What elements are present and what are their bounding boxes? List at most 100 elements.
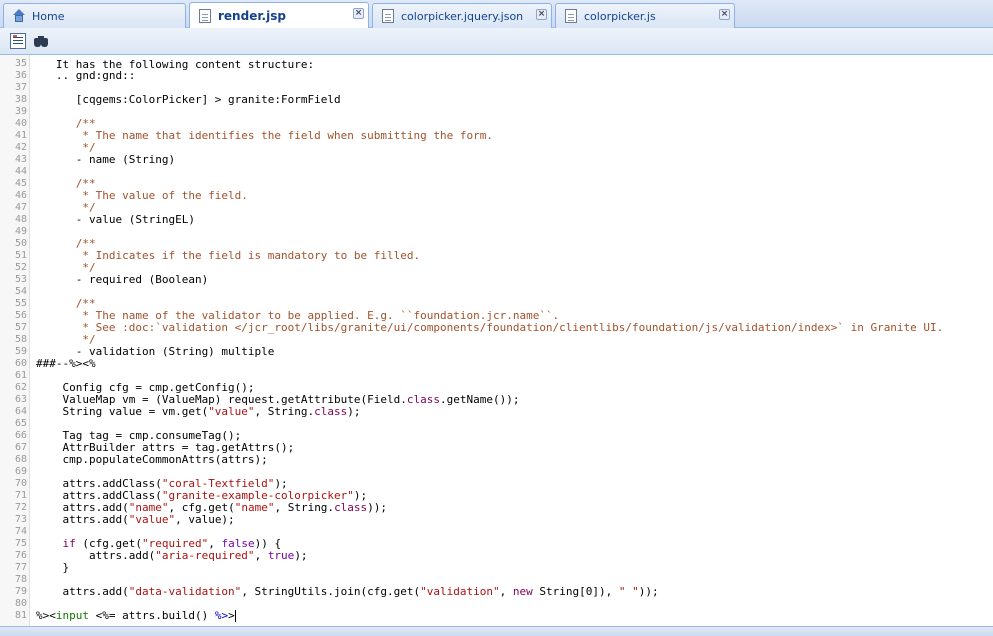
code-line: 49 xyxy=(0,226,993,238)
code-token: - value (StringEL) xyxy=(36,213,195,226)
code-text: cmp.populateCommonAttrs(attrs); xyxy=(36,453,268,466)
code-text: * See :doc:`validation </jcr_root/libs/g… xyxy=(36,322,943,334)
code-token: - name (String) xyxy=(36,153,176,166)
line-number: 43 xyxy=(14,154,27,165)
line-number: 44 xyxy=(14,166,27,177)
code-token: , xyxy=(254,549,268,562)
document-icon xyxy=(381,9,395,23)
code-token: , xyxy=(499,585,513,598)
line-number: 47 xyxy=(14,202,27,213)
code-text: attrs.add("data-validation", StringUtils… xyxy=(36,585,659,598)
status-bar xyxy=(0,626,993,636)
line-number: 72 xyxy=(14,502,27,513)
code-line: 60 ###--%><% xyxy=(0,358,993,370)
close-icon[interactable]: × xyxy=(536,9,547,20)
code-token: true xyxy=(267,549,295,562)
line-number: 77 xyxy=(14,562,27,573)
code-token: String value = vm.get( xyxy=(36,405,209,418)
code-line: 35 xyxy=(0,58,993,70)
code-line: 36 .. gnd:gnd:: xyxy=(0,70,993,82)
code-editor[interactable]: It has the following content structure: … xyxy=(0,55,993,626)
binoculars-search-icon[interactable] xyxy=(33,33,49,49)
line-number: 61 xyxy=(14,370,27,381)
close-icon[interactable]: × xyxy=(719,9,730,20)
code-token: ); xyxy=(347,405,361,418)
line-number: 64 xyxy=(14,406,27,417)
code-token: "aria-required" xyxy=(155,549,255,562)
code-token: - required (Boolean) xyxy=(36,273,209,286)
code-text: attrs.add("aria-required", true); xyxy=(36,550,308,562)
code-text: ###--%><% xyxy=(36,358,96,370)
code-line: 46 * The value of the field. xyxy=(0,190,993,202)
line-number: 56 xyxy=(14,310,27,321)
line-number: 69 xyxy=(14,466,27,477)
code-token: .getName()); xyxy=(440,393,520,406)
line-number: 71 xyxy=(14,490,27,501)
line-number: 55 xyxy=(14,298,27,309)
line-number: 41 xyxy=(14,130,27,141)
tab-home[interactable]: Home xyxy=(3,3,186,28)
line-number: 65 xyxy=(14,418,27,429)
code-token: "validation" xyxy=(420,585,500,598)
line-number: 80 xyxy=(14,598,27,609)
line-number: 57 xyxy=(14,322,27,333)
code-line: 68 cmp.populateCommonAttrs(attrs); xyxy=(0,454,993,466)
code-token: cmp.populateCommonAttrs(attrs); xyxy=(36,453,268,466)
code-token: %> xyxy=(214,609,229,622)
code-token: "data-validation" xyxy=(128,585,242,598)
code-line: 54 xyxy=(0,286,993,298)
line-number: 68 xyxy=(14,454,27,465)
code-line: 48 - value (StringEL) xyxy=(0,214,993,226)
code-text: attrs.add("value", value); xyxy=(36,513,234,526)
line-number: 46 xyxy=(14,190,27,201)
code-line: 43 - name (String) xyxy=(0,154,993,166)
line-number: 62 xyxy=(14,382,27,393)
line-number: 54 xyxy=(14,286,27,297)
code-line: 51 * Indicates if the field is mandatory… xyxy=(0,250,993,262)
code-line: 53 - required (Boolean) xyxy=(0,274,993,286)
line-number: 39 xyxy=(14,106,27,117)
line-number: 40 xyxy=(14,118,27,129)
line-number: 58 xyxy=(14,334,27,345)
code-line: 57 * See :doc:`validation </jcr_root/lib… xyxy=(0,322,993,334)
line-number: 73 xyxy=(14,514,27,525)
code-line: 44 xyxy=(0,166,993,178)
tab-render-jsp[interactable]: render.jsp × xyxy=(189,2,369,28)
code-line: 79 attrs.add("data-validation", StringUt… xyxy=(0,586,993,598)
editor-toolbar xyxy=(0,28,993,55)
code-token: , StringUtils.join(cfg.get( xyxy=(241,585,421,598)
code-token: )); xyxy=(638,585,659,598)
format-code-icon[interactable] xyxy=(10,33,26,49)
line-number: 81 xyxy=(14,610,27,621)
line-number: 78 xyxy=(14,574,27,585)
document-icon xyxy=(564,9,578,23)
close-icon[interactable]: × xyxy=(353,8,364,19)
code-token: , String. xyxy=(254,405,315,418)
line-number: 45 xyxy=(14,178,27,189)
code-token: "value" xyxy=(208,405,255,418)
code-text: * The name that identifies the field whe… xyxy=(36,130,493,142)
code-token: new xyxy=(512,585,533,598)
line-number: 74 xyxy=(14,526,27,537)
line-number: 60 xyxy=(14,358,27,369)
line-number: 38 xyxy=(14,94,27,105)
code-line: 59 - validation (String) multiple xyxy=(0,346,993,358)
tab-colorpicker-jquery-json[interactable]: colorpicker.jquery.json × xyxy=(372,3,552,28)
tab-label: colorpicker.js xyxy=(584,9,656,23)
code-token: [cqgems:ColorPicker] > granite:FormField xyxy=(36,93,341,106)
tab-bar: Home render.jsp × colorpicker.jquery.jso… xyxy=(0,0,993,28)
code-token: "value" xyxy=(128,513,176,526)
code-token: class xyxy=(334,501,368,514)
line-number: 63 xyxy=(14,394,27,405)
tab-colorpicker-js[interactable]: colorpicker.js × xyxy=(555,3,735,28)
code-token: " " xyxy=(618,585,639,598)
tab-label: Home xyxy=(32,9,65,23)
code-line: 39 xyxy=(0,106,993,118)
tab-label: colorpicker.jquery.json xyxy=(401,9,524,23)
code-line: 81 %><input <%= attrs.build() %>> xyxy=(0,610,993,622)
line-number: 37 xyxy=(14,82,27,93)
line-number: 76 xyxy=(14,550,27,561)
line-number: 36 xyxy=(14,70,27,81)
line-number: 53 xyxy=(14,274,27,285)
code-token: input xyxy=(55,609,89,622)
